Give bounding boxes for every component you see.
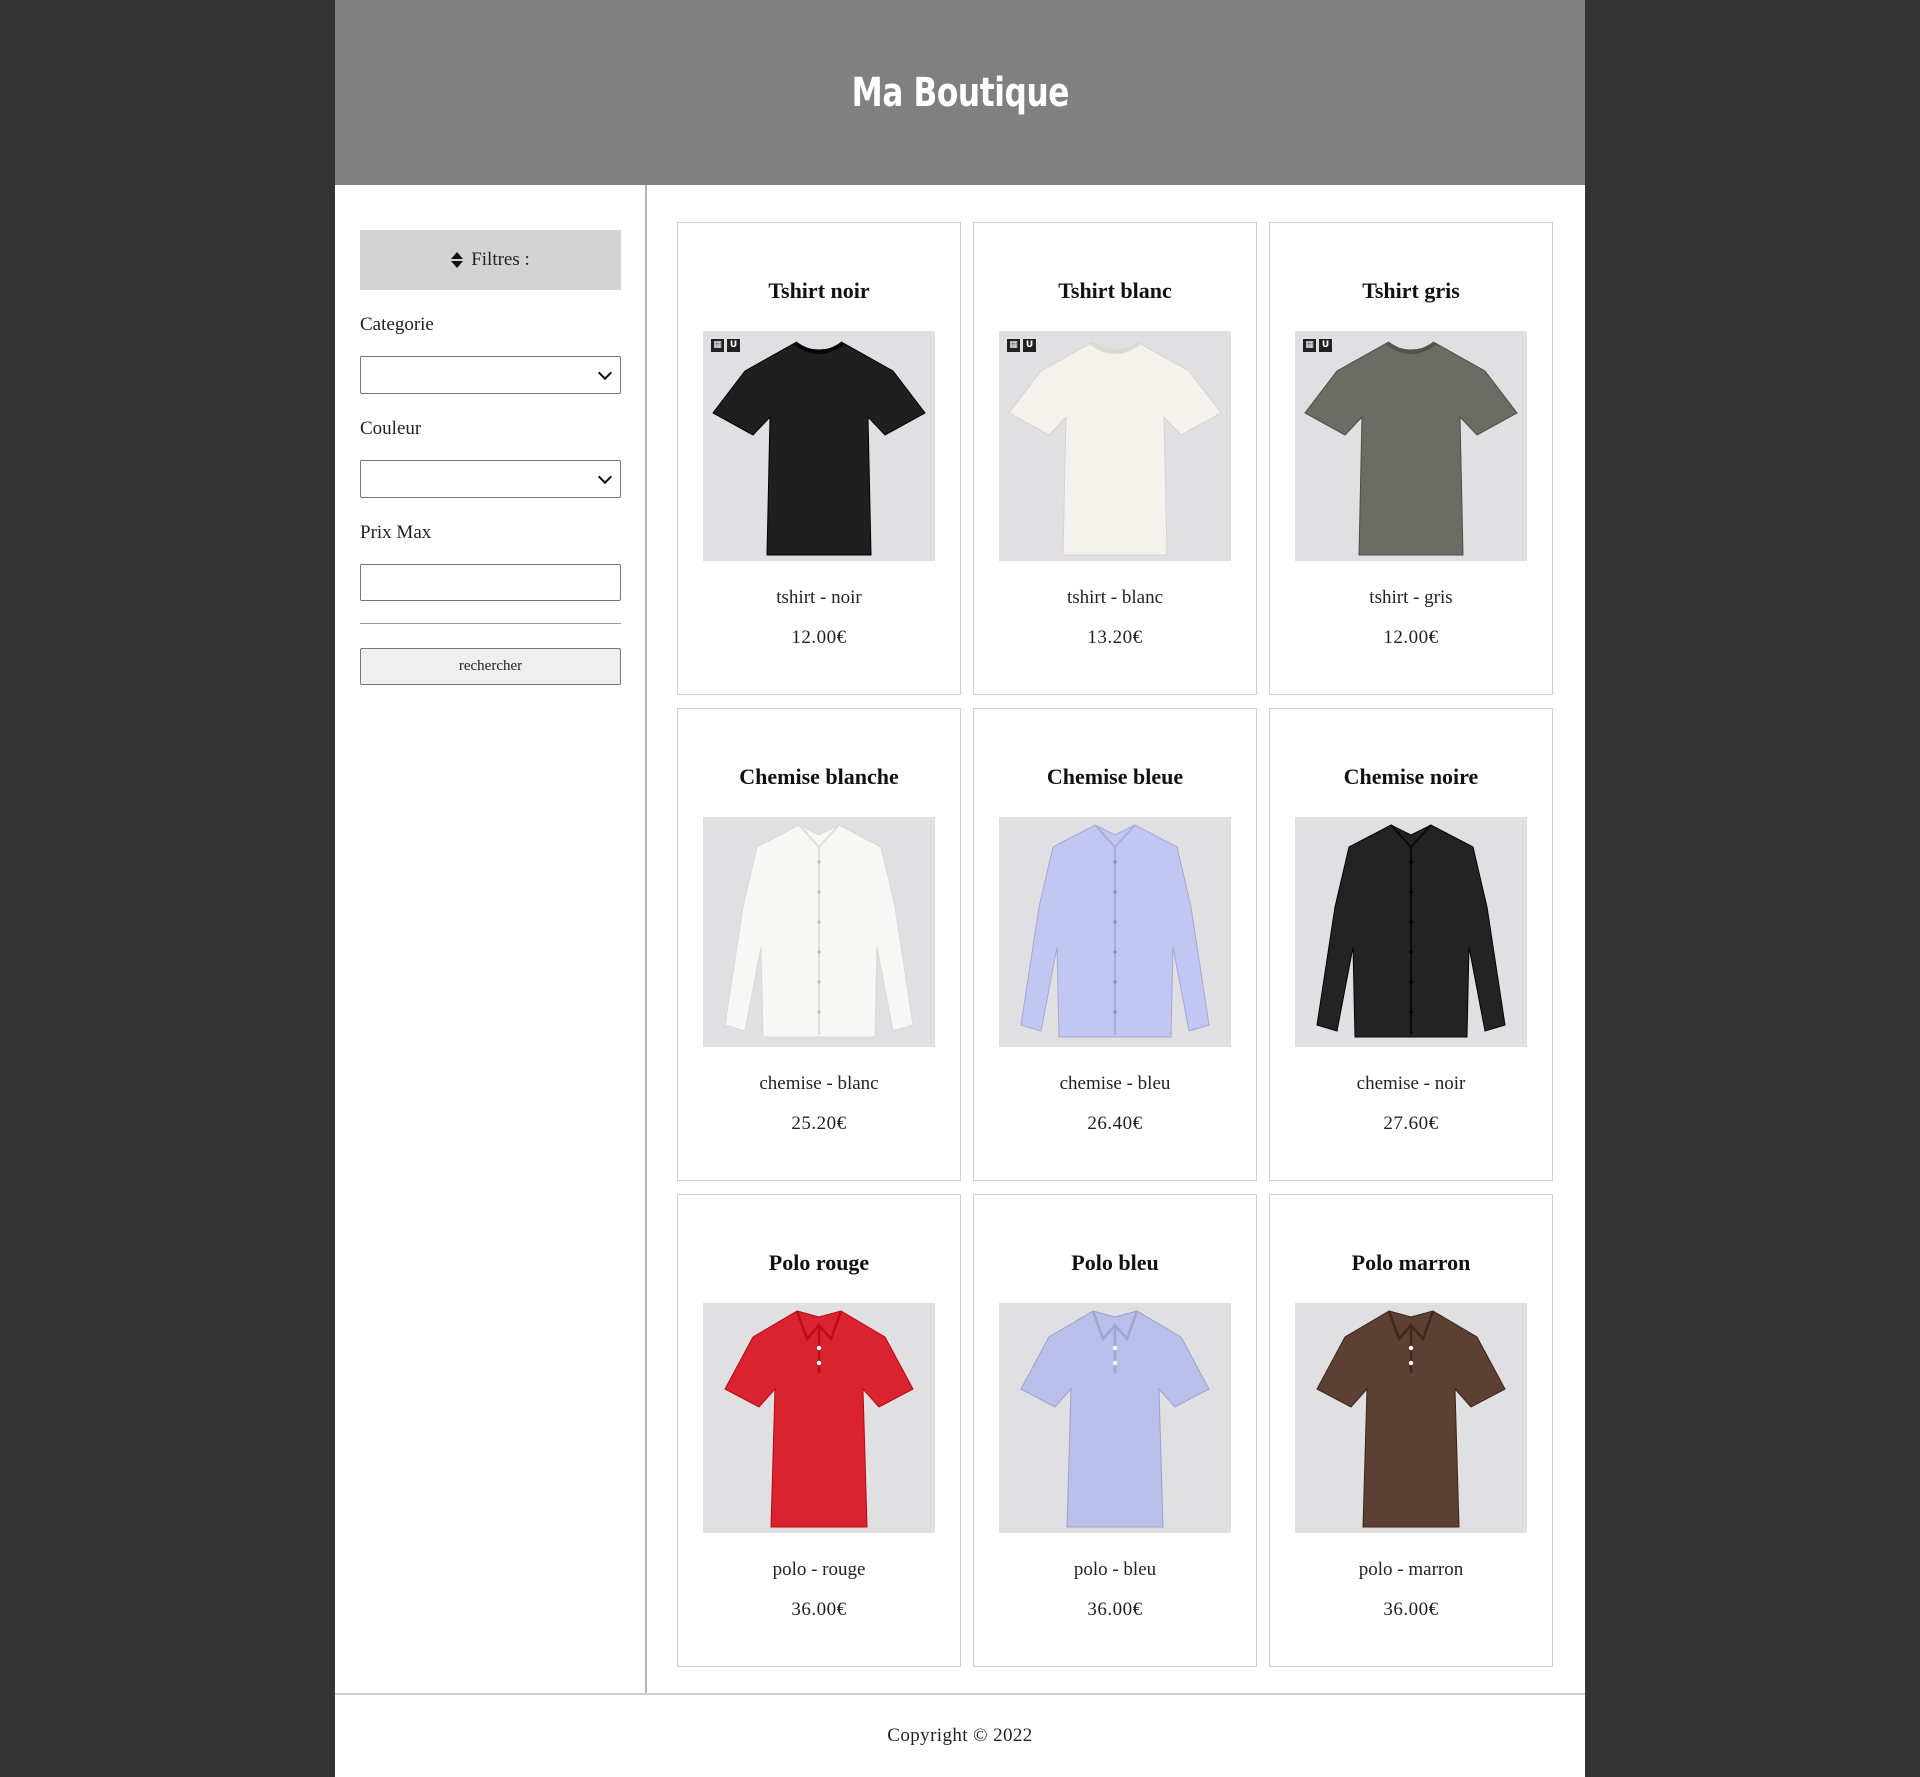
polo-illustration — [724, 1310, 914, 1528]
brand-logo-icon: ▦ U — [711, 339, 740, 352]
filter-toggle-label: Filtres : — [471, 249, 530, 270]
product-price: 13.20€ — [1087, 627, 1143, 648]
brand-grid-icon: ▦ — [711, 339, 724, 352]
color-label: Couleur — [360, 418, 422, 439]
product-title: Polo bleu — [1071, 1250, 1159, 1275]
product-image[interactable] — [703, 817, 935, 1047]
tshirt-illustration — [712, 341, 926, 556]
product-card[interactable]: Tshirt blanc ▦ U tshirt - blanc 13.20€ — [973, 222, 1257, 695]
product-title: Chemise blanche — [739, 764, 899, 789]
product-price: 36.00€ — [1383, 1599, 1439, 1620]
site-header: Ma Boutique — [335, 0, 1585, 185]
product-title: Tshirt blanc — [1058, 278, 1172, 303]
product-price: 26.40€ — [1087, 1113, 1143, 1134]
product-price: 25.20€ — [791, 1113, 847, 1134]
polo-illustration — [1316, 1310, 1506, 1528]
product-price: 12.00€ — [791, 627, 847, 648]
site-footer: Copyright © 2022 — [335, 1695, 1585, 1777]
product-title: Polo rouge — [768, 1250, 870, 1275]
product-card[interactable]: Polo bleu polo - bleu 36.00€ — [973, 1194, 1257, 1667]
shirt-illustration — [1316, 824, 1506, 1038]
product-title: Chemise bleue — [1046, 764, 1184, 789]
product-title: Tshirt gris — [1362, 278, 1460, 303]
product-subtitle: tshirt - blanc — [1066, 587, 1164, 608]
product-card[interactable]: Polo rouge polo - rouge 36.00€ — [677, 1194, 961, 1667]
brand-logo-icon: ▦ U — [1007, 339, 1036, 352]
product-subtitle: polo - rouge — [772, 1559, 866, 1580]
product-image[interactable] — [999, 1303, 1231, 1533]
product-image[interactable]: ▦ U — [999, 331, 1231, 561]
content-row: Filtres : Categorie Couleur Prix Max rec… — [335, 185, 1585, 1695]
product-card[interactable]: Polo marron polo - marron 36.00€ — [1269, 1194, 1553, 1667]
product-price: 27.60€ — [1383, 1113, 1439, 1134]
color-select[interactable] — [360, 460, 621, 498]
shirt-illustration — [724, 824, 914, 1038]
product-subtitle: tshirt - gris — [1369, 587, 1453, 608]
page-container: Ma Boutique Filtres : Categorie Couleur … — [335, 0, 1585, 1777]
product-image[interactable] — [1295, 1303, 1527, 1533]
sidebar-divider — [360, 623, 621, 624]
product-price: 36.00€ — [791, 1599, 847, 1620]
product-card[interactable]: Tshirt noir ▦ U tshirt - noir 12.00€ — [677, 222, 961, 695]
brand-u-icon: U — [1319, 339, 1332, 352]
filter-toggle-button[interactable]: Filtres : — [360, 230, 621, 290]
brand-grid-icon: ▦ — [1303, 339, 1316, 352]
brand-u-icon: U — [1023, 339, 1036, 352]
product-image[interactable] — [703, 1303, 935, 1533]
filter-sidebar: Filtres : Categorie Couleur Prix Max rec… — [335, 185, 647, 1693]
product-card[interactable]: Tshirt gris ▦ U tshirt - gris 12.00€ — [1269, 222, 1553, 695]
tshirt-illustration — [1008, 341, 1222, 556]
product-subtitle: chemise - blanc — [759, 1073, 879, 1094]
category-select[interactable] — [360, 356, 621, 394]
brand-u-icon: U — [727, 339, 740, 352]
product-image[interactable] — [1295, 817, 1527, 1047]
product-subtitle: chemise - bleu — [1059, 1073, 1171, 1094]
max-price-label: Prix Max — [360, 522, 432, 543]
product-price: 12.00€ — [1383, 627, 1439, 648]
max-price-input[interactable] — [360, 564, 621, 601]
category-label: Categorie — [360, 314, 434, 335]
brand-grid-icon: ▦ — [1007, 339, 1020, 352]
product-title: Chemise noire — [1343, 764, 1479, 789]
product-area: Tshirt noir ▦ U tshirt - noir 12.00€ Tshi… — [647, 185, 1585, 1693]
chevron-down-icon — [597, 469, 613, 485]
chevron-down-icon — [597, 365, 613, 381]
shirt-illustration — [1020, 824, 1210, 1038]
product-price: 36.00€ — [1087, 1599, 1143, 1620]
brand-logo-icon: ▦ U — [1303, 339, 1332, 352]
product-title: Tshirt noir — [768, 278, 870, 303]
sort-icon — [451, 252, 464, 268]
product-image[interactable]: ▦ U — [703, 331, 935, 561]
product-card[interactable]: Chemise blanche chemise - blanc 25.20€ — [677, 708, 961, 1181]
polo-illustration — [1020, 1310, 1210, 1528]
product-image[interactable] — [999, 817, 1231, 1047]
tshirt-illustration — [1304, 341, 1518, 556]
product-card[interactable]: Chemise bleue chemise - bleu 26.40€ — [973, 708, 1257, 1181]
product-image[interactable]: ▦ U — [1295, 331, 1527, 561]
product-subtitle: tshirt - noir — [776, 587, 862, 608]
product-subtitle: polo - marron — [1358, 1559, 1464, 1580]
product-subtitle: polo - bleu — [1073, 1559, 1157, 1580]
product-subtitle: chemise - noir — [1356, 1073, 1466, 1094]
search-button[interactable]: rechercher — [360, 648, 621, 685]
product-grid: Tshirt noir ▦ U tshirt - noir 12.00€ Tshi… — [677, 222, 1585, 1667]
copyright-text: Copyright © 2022 — [887, 1725, 1033, 1746]
site-title: Ma Boutique — [851, 69, 1069, 116]
product-card[interactable]: Chemise noire chemise - noir 27.60€ — [1269, 708, 1553, 1181]
product-title: Polo marron — [1351, 1250, 1471, 1275]
